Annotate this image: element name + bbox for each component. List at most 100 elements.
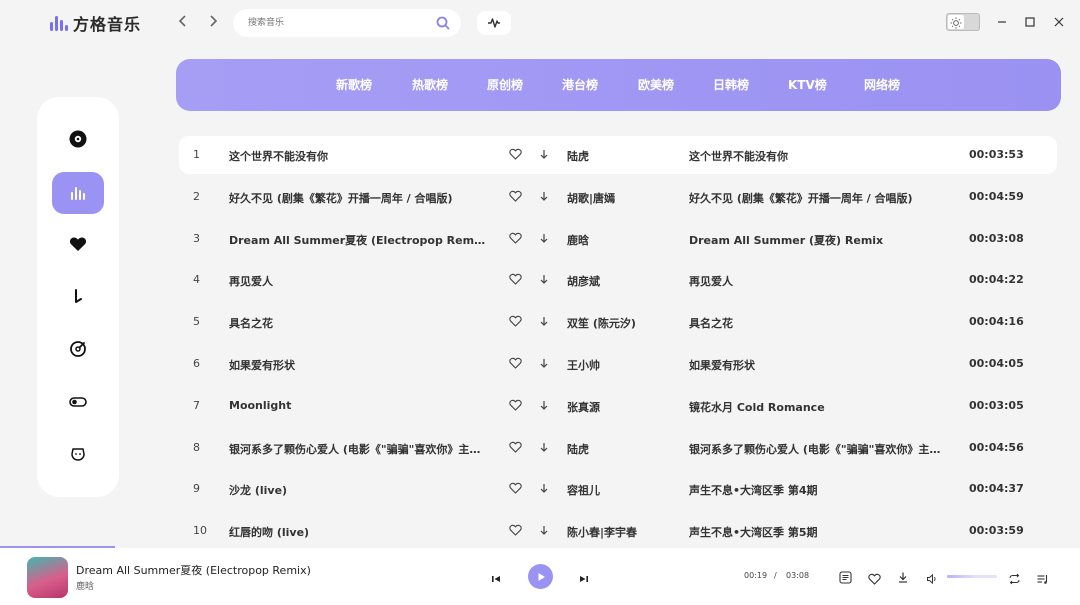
lyrics-button[interactable] [839, 569, 852, 588]
sidebar-item-favorites[interactable] [52, 223, 104, 265]
back-button[interactable] [173, 12, 193, 34]
song-row[interactable]: 5 具名之花 双笙 (陈元汐) 具名之花 00:04:16 [179, 303, 1057, 341]
song-row[interactable]: 4 再见爱人 胡彦斌 再见爱人 00:04:22 [179, 261, 1057, 299]
download-icon[interactable] [538, 482, 550, 495]
like-icon[interactable] [509, 399, 522, 411]
song-album[interactable]: 好久不见 (剧集《繁花》开播一周年 / 合唱版) [689, 190, 947, 206]
song-row[interactable]: 8 银河系多了颗伤心爱人 (电影《"骗骗"喜欢你》主题曲) 陆虎 银河系多了颗伤心爱人… [179, 429, 1057, 467]
song-album[interactable]: 这个世界不能没有你 [689, 148, 947, 164]
song-artist[interactable]: 王小帅 [567, 357, 667, 373]
tab-hk-tw[interactable]: 港台榜 [562, 76, 598, 93]
song-row[interactable]: 7 Moonlight 张真源 镜花水月 Cold Romance 00:03:05 [179, 387, 1057, 425]
song-artist[interactable]: 陆虎 [567, 441, 667, 457]
sidebar-item-radar[interactable] [52, 328, 104, 370]
sidebar-item-downloads[interactable] [52, 276, 104, 318]
song-album[interactable]: 镜花水月 Cold Romance [689, 399, 947, 415]
song-title[interactable]: Moonlight [229, 399, 487, 412]
repeat-icon [1009, 573, 1020, 585]
volume-slider[interactable] [947, 575, 997, 578]
playlist-button[interactable] [1036, 570, 1049, 589]
tab-jp-kr[interactable]: 日韩榜 [713, 76, 749, 93]
song-title[interactable]: 银河系多了颗伤心爱人 (电影《"骗骗"喜欢你》主题曲) [229, 441, 487, 457]
song-album[interactable]: 声生不息•大湾区季 第4期 [689, 482, 947, 498]
song-title[interactable]: Dream All Summer夏夜 (Electropop Remix) [229, 232, 487, 248]
search-input[interactable] [248, 15, 428, 31]
forward-button[interactable] [203, 12, 223, 34]
tab-ktv[interactable]: KTV榜 [788, 76, 827, 93]
like-icon[interactable] [509, 482, 522, 495]
album-cover[interactable] [27, 557, 68, 598]
download-icon[interactable] [538, 232, 550, 245]
song-row[interactable]: 10 红唇的吻 (live) 陈小春|李宇春 声生不息•大湾区季 第5期 00:03:5… [179, 512, 1057, 550]
download-icon[interactable] [538, 273, 550, 286]
like-icon[interactable] [509, 441, 522, 453]
song-artist[interactable]: 鹿晗 [567, 232, 667, 248]
download-button[interactable] [897, 569, 909, 588]
volume-button[interactable] [926, 570, 938, 589]
song-album[interactable]: 如果爱有形状 [689, 357, 947, 373]
like-icon[interactable] [509, 190, 522, 202]
tab-internet[interactable]: 网络榜 [864, 76, 900, 93]
tab-new-songs[interactable]: 新歌榜 [336, 76, 372, 93]
song-artist[interactable]: 容祖儿 [567, 482, 667, 498]
app-title: 方格音乐 [73, 15, 142, 34]
song-row[interactable]: 3 Dream All Summer夏夜 (Electropop Remix) 鹿晗… [179, 220, 1057, 258]
download-icon[interactable] [538, 357, 550, 370]
repeat-button[interactable] [1008, 570, 1021, 589]
download-icon[interactable] [538, 148, 550, 161]
like-icon[interactable] [509, 273, 522, 286]
volume-icon [927, 573, 936, 585]
download-icon[interactable] [538, 190, 550, 203]
like-icon[interactable] [509, 315, 522, 327]
search-icon[interactable] [435, 15, 451, 31]
download-icon[interactable] [538, 399, 550, 412]
song-album[interactable]: 声生不息•大湾区季 第5期 [689, 524, 947, 540]
song-title[interactable]: 如果爱有形状 [229, 357, 487, 373]
next-button[interactable] [578, 570, 590, 589]
maximize-button[interactable] [1020, 12, 1040, 32]
like-icon[interactable] [509, 148, 522, 160]
song-row[interactable]: 2 好久不见 (剧集《繁花》开播一周年 / 合唱版) 胡歌|唐嫣 好久不见 (剧集《繁… [179, 178, 1057, 216]
tab-western[interactable]: 欧美榜 [638, 76, 674, 93]
song-title[interactable]: 红唇的吻 (live) [229, 524, 487, 540]
song-duration: 00:03:08 [969, 231, 1024, 245]
minimize-button[interactable] [992, 12, 1012, 32]
song-album[interactable]: 具名之花 [689, 315, 947, 331]
song-row[interactable]: 9 沙龙 (live) 容祖儿 声生不息•大湾区季 第4期 00:04:37 [179, 470, 1057, 508]
download-icon[interactable] [538, 315, 550, 328]
song-row[interactable]: 1 这个世界不能没有你 陆虎 这个世界不能没有你 00:03:53 [179, 136, 1057, 174]
listen-recognize-button[interactable] [477, 11, 511, 35]
download-icon[interactable] [538, 441, 550, 454]
song-album[interactable]: Dream All Summer (夏夜) Remix [689, 232, 947, 248]
tab-original[interactable]: 原创榜 [487, 76, 523, 93]
song-title[interactable]: 这个世界不能没有你 [229, 148, 487, 164]
sidebar-item-charts[interactable] [52, 172, 104, 214]
download-icon[interactable] [538, 524, 550, 537]
sidebar-item-settings[interactable] [52, 381, 104, 423]
song-title[interactable]: 好久不见 (剧集《繁花》开播一周年 / 合唱版) [229, 190, 487, 206]
song-artist[interactable]: 陈小春|李宇春 [567, 524, 667, 540]
like-icon[interactable] [509, 232, 522, 244]
song-artist[interactable]: 张真源 [567, 399, 667, 415]
song-artist[interactable]: 胡彦斌 [567, 273, 667, 289]
song-artist[interactable]: 胡歌|唐嫣 [567, 190, 667, 206]
sidebar-item-profile[interactable] [52, 433, 104, 475]
sidebar-item-discover[interactable] [52, 118, 104, 160]
song-album[interactable]: 再见爱人 [689, 273, 947, 289]
previous-button[interactable] [490, 570, 502, 589]
pulse-icon [488, 18, 500, 28]
song-title[interactable]: 具名之花 [229, 315, 487, 331]
song-album[interactable]: 银河系多了颗伤心爱人 (电影《"骗骗"喜欢你》主题曲) [689, 441, 947, 457]
song-title[interactable]: 再见爱人 [229, 273, 487, 289]
like-icon[interactable] [509, 357, 522, 369]
song-row[interactable]: 6 如果爱有形状 王小帅 如果爱有形状 00:04:05 [179, 345, 1057, 383]
like-button[interactable] [868, 570, 881, 589]
song-artist[interactable]: 陆虎 [567, 148, 667, 164]
theme-toggle[interactable] [946, 13, 980, 31]
play-button[interactable] [528, 564, 553, 589]
song-title[interactable]: 沙龙 (live) [229, 482, 487, 498]
song-artist[interactable]: 双笙 (陈元汐) [567, 315, 667, 331]
like-icon[interactable] [509, 524, 522, 536]
tab-hot-songs[interactable]: 热歌榜 [412, 76, 448, 93]
close-button[interactable] [1049, 12, 1069, 32]
